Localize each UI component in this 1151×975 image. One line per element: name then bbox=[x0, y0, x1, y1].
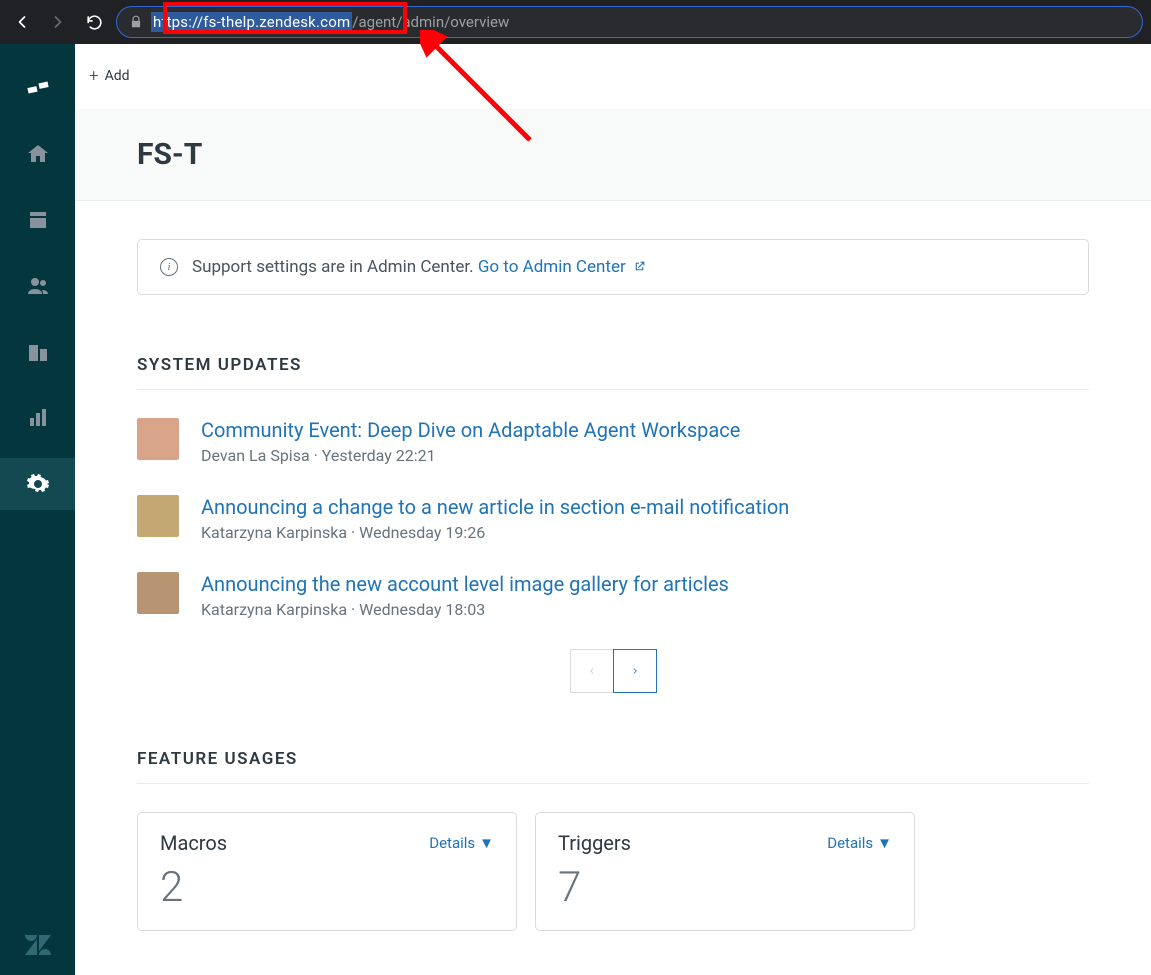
bar-chart-icon bbox=[26, 406, 50, 430]
url-path: /agent/admin/overview bbox=[352, 13, 509, 31]
update-meta: Katarzyna Karpinska · Wednesday 18:03 bbox=[201, 600, 729, 619]
add-button[interactable]: + Add bbox=[89, 66, 130, 86]
back-button[interactable] bbox=[8, 8, 36, 36]
update-item: Announcing a change to a new article in … bbox=[137, 495, 1089, 542]
external-link-icon bbox=[633, 260, 646, 273]
sidebar bbox=[0, 44, 75, 975]
pagination-next[interactable] bbox=[613, 649, 657, 693]
list-icon bbox=[26, 208, 50, 232]
avatar bbox=[137, 572, 179, 614]
update-title-link[interactable]: Announcing the new account level image g… bbox=[201, 572, 729, 596]
feature-card-macros: Macros Details ▼ 2 bbox=[137, 812, 517, 931]
page-title: FS-T bbox=[137, 137, 1151, 172]
reload-button[interactable] bbox=[80, 8, 108, 36]
admin-center-link[interactable]: Go to Admin Center bbox=[478, 257, 646, 277]
chevron-left-icon bbox=[587, 666, 597, 676]
sidebar-home[interactable] bbox=[0, 128, 75, 180]
update-title-link[interactable]: Community Event: Deep Dive on Adaptable … bbox=[201, 418, 740, 442]
sidebar-zendesk-logo[interactable] bbox=[25, 935, 51, 959]
details-link[interactable]: Details ▼ bbox=[827, 834, 892, 852]
triangle-down-icon: ▼ bbox=[479, 834, 494, 852]
details-link[interactable]: Details ▼ bbox=[429, 834, 494, 852]
sidebar-views[interactable] bbox=[0, 194, 75, 246]
sidebar-reporting[interactable] bbox=[0, 392, 75, 444]
forward-button[interactable] bbox=[44, 8, 72, 36]
update-meta: Katarzyna Karpinska · Wednesday 19:26 bbox=[201, 523, 789, 542]
product-logo-icon bbox=[26, 76, 50, 100]
zendesk-icon bbox=[25, 935, 51, 955]
pagination bbox=[137, 649, 1089, 693]
plus-icon: + bbox=[89, 66, 99, 86]
update-meta: Devan La Spisa · Yesterday 22:21 bbox=[201, 446, 740, 465]
home-icon bbox=[26, 142, 50, 166]
info-banner: i Support settings are in Admin Center. … bbox=[137, 239, 1089, 295]
avatar bbox=[137, 418, 179, 460]
gear-icon bbox=[26, 472, 50, 496]
url-host: https://fs-thelp.zendesk.com bbox=[151, 12, 352, 32]
sidebar-customers[interactable] bbox=[0, 260, 75, 312]
pagination-prev[interactable] bbox=[570, 649, 614, 693]
sidebar-logo[interactable] bbox=[0, 62, 75, 114]
browser-toolbar: https://fs-thelp.zendesk.com/agent/admin… bbox=[0, 0, 1151, 44]
info-icon: i bbox=[160, 258, 178, 276]
lock-icon bbox=[129, 15, 143, 29]
page-header: FS-T bbox=[75, 109, 1151, 201]
feature-usages-heading: FEATURE USAGES bbox=[137, 749, 1089, 784]
topbar: + Add bbox=[75, 44, 1151, 109]
sidebar-organizations[interactable] bbox=[0, 326, 75, 378]
update-item: Announcing the new account level image g… bbox=[137, 572, 1089, 619]
buildings-icon bbox=[26, 340, 50, 364]
update-item: Community Event: Deep Dive on Adaptable … bbox=[137, 418, 1089, 465]
url-text: https://fs-thelp.zendesk.com/agent/admin… bbox=[151, 12, 509, 32]
system-updates-heading: SYSTEM UPDATES bbox=[137, 355, 1089, 390]
feature-count: 7 bbox=[558, 863, 892, 912]
update-title-link[interactable]: Announcing a change to a new article in … bbox=[201, 495, 789, 519]
add-label: Add bbox=[105, 68, 130, 84]
sidebar-admin[interactable] bbox=[0, 458, 75, 510]
users-icon bbox=[26, 274, 50, 298]
feature-count: 2 bbox=[160, 863, 494, 912]
feature-card-triggers: Triggers Details ▼ 7 bbox=[535, 812, 915, 931]
triangle-down-icon: ▼ bbox=[877, 834, 892, 852]
feature-title: Macros bbox=[160, 831, 227, 855]
chevron-right-icon bbox=[630, 666, 640, 676]
main-content: + Add FS-T i Support settings are in Adm… bbox=[75, 44, 1151, 975]
avatar bbox=[137, 495, 179, 537]
feature-title: Triggers bbox=[558, 831, 631, 855]
address-bar[interactable]: https://fs-thelp.zendesk.com/agent/admin… bbox=[116, 6, 1143, 38]
banner-text: Support settings are in Admin Center. Go… bbox=[192, 257, 646, 277]
